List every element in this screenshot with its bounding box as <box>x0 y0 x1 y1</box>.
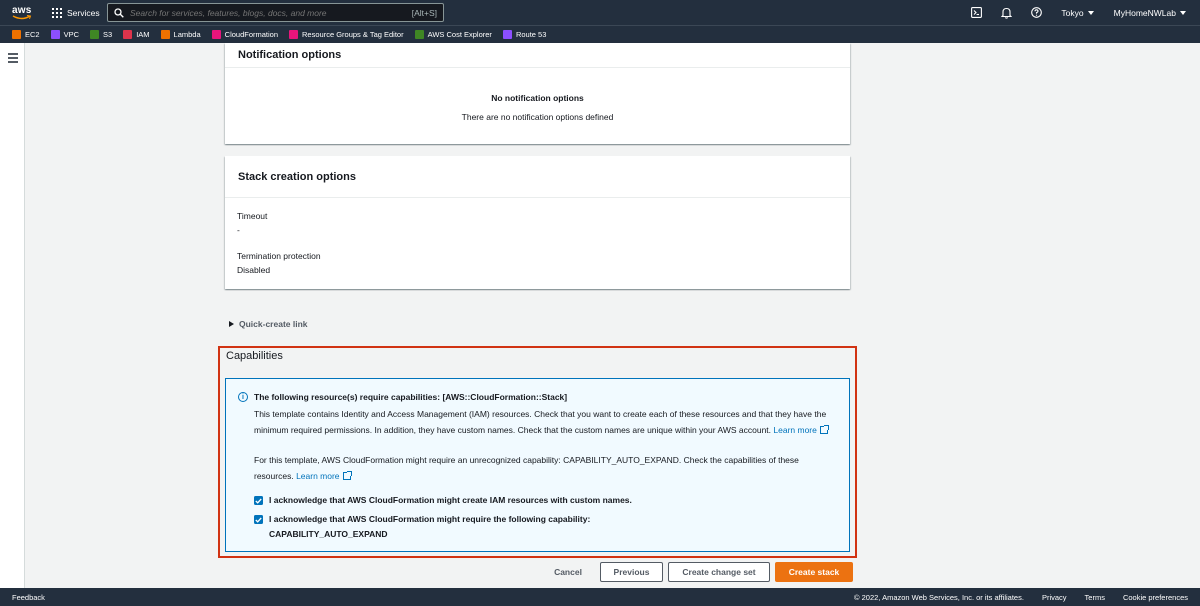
privacy-link[interactable]: Privacy <box>1042 593 1067 602</box>
iam-icon <box>123 30 133 39</box>
learn-more-label: Learn more <box>296 470 340 481</box>
aws-logo[interactable]: aws <box>12 4 34 22</box>
check-icon <box>255 517 262 523</box>
cookie-preferences-link[interactable]: Cookie preferences <box>1123 593 1188 602</box>
iam-resources-paragraph: This template contains Identity and Acce… <box>254 407 839 438</box>
menu-icon[interactable] <box>8 53 18 65</box>
caret-right-icon <box>229 321 234 327</box>
grid-icon <box>52 7 62 18</box>
empty-state-title: No notification options <box>491 93 584 103</box>
info-icon: i <box>238 392 248 402</box>
acknowledge-iam-label: I acknowledge that AWS CloudFormation mi… <box>269 495 632 505</box>
region-label: Tokyo <box>1061 7 1084 18</box>
cost-explorer-icon <box>414 30 424 39</box>
favorite-label: S3 <box>103 30 113 39</box>
auto-expand-paragraph: For this template, AWS CloudFormation mi… <box>254 453 839 484</box>
panel-title: Stack creation options <box>225 156 850 198</box>
favorites-bar: EC2 VPC S3 IAM Lambda CloudFormation Res… <box>0 25 1200 43</box>
favorite-ec2[interactable]: EC2 <box>12 30 40 39</box>
acknowledge-auto-expand-line1: I acknowledge that AWS CloudFormation mi… <box>269 514 591 524</box>
quick-create-link-expander[interactable]: Quick-create link <box>229 319 308 329</box>
favorite-label: IAM <box>136 30 150 39</box>
favorite-label: VPC <box>63 30 80 39</box>
account-menu[interactable]: MyHomeNWLab <box>1114 8 1186 18</box>
side-navigation-rail <box>0 43 25 588</box>
external-link-icon <box>342 470 352 480</box>
caret-down-icon <box>1180 10 1186 15</box>
favorite-label: CloudFormation <box>224 30 279 39</box>
search-icon <box>114 7 124 18</box>
services-menu-button[interactable]: Services <box>52 7 100 18</box>
terms-link[interactable]: Terms <box>1085 593 1105 602</box>
search-input[interactable] <box>130 7 412 18</box>
termination-protection-label: Termination protection <box>237 251 321 261</box>
acknowledge-auto-expand-label: I acknowledge that AWS CloudFormation mi… <box>269 512 590 542</box>
ec2-icon <box>12 30 21 39</box>
feedback-link[interactable]: Feedback <box>12 593 45 602</box>
lambda-icon <box>160 30 170 39</box>
region-selector[interactable]: Tokyo <box>1061 7 1094 18</box>
route53-icon <box>502 30 512 39</box>
timeout-label: Timeout <box>237 211 268 221</box>
favorite-label: AWS Cost Explorer <box>427 30 492 39</box>
favorite-label: Lambda <box>173 30 201 39</box>
stack-creation-options-panel: Stack creation options Timeout - Termina… <box>225 156 850 289</box>
top-navigation: aws Services [Alt+S] Tokyo MyHomeNWLab <box>0 0 1200 25</box>
learn-more-label: Learn more <box>773 424 817 435</box>
caret-down-icon <box>1087 10 1094 15</box>
timeout-value: - <box>237 225 240 235</box>
external-link-icon <box>819 424 829 434</box>
cloudshell-icon[interactable] <box>970 7 982 19</box>
account-label: MyHomeNWLab <box>1113 7 1176 18</box>
iam-resources-text: This template contains Identity and Acce… <box>254 409 827 435</box>
resource-groups-icon <box>289 30 299 39</box>
search-box[interactable]: [Alt+S] <box>107 3 444 22</box>
vpc-icon <box>50 30 60 39</box>
check-icon <box>255 498 262 504</box>
footer: Feedback © 2022, Amazon Web Services, In… <box>0 588 1200 606</box>
empty-state-text: There are no notification options define… <box>461 112 614 122</box>
favorite-resource-groups[interactable]: Resource Groups & Tag Editor <box>289 30 404 39</box>
favorite-iam[interactable]: IAM <box>123 30 150 39</box>
capabilities-title: Capabilities <box>226 350 283 362</box>
favorite-lambda[interactable]: Lambda <box>160 30 201 39</box>
notification-options-panel: Notification options No notification opt… <box>225 43 850 144</box>
s3-icon <box>90 30 100 39</box>
favorite-cloudformation[interactable]: CloudFormation <box>211 30 279 39</box>
favorite-vpc[interactable]: VPC <box>50 30 80 39</box>
termination-protection-value: Disabled <box>237 265 271 275</box>
favorite-label: EC2 <box>25 30 40 39</box>
capabilities-info-alert: i The following resource(s) require capa… <box>225 378 850 552</box>
favorite-label: Resource Groups & Tag Editor <box>302 30 404 39</box>
acknowledge-auto-expand-line2: CAPABILITY_AUTO_EXPAND <box>269 529 388 539</box>
create-change-set-button[interactable]: Create change set <box>668 562 770 582</box>
favorite-s3[interactable]: S3 <box>90 30 112 39</box>
favorite-label: Route 53 <box>515 30 547 39</box>
quick-create-label: Quick-create link <box>239 319 308 329</box>
previous-button[interactable]: Previous <box>600 562 663 582</box>
acknowledge-auto-expand-checkbox[interactable] <box>254 515 263 524</box>
learn-more-link-capabilities[interactable]: Learn more <box>296 470 352 481</box>
copyright-text: © 2022, Amazon Web Services, Inc. or its… <box>854 592 1024 602</box>
cloudformation-icon <box>211 30 221 39</box>
acknowledge-auto-expand-row: I acknowledge that AWS CloudFormation mi… <box>254 512 590 542</box>
help-icon[interactable] <box>1030 7 1042 19</box>
learn-more-link-iam[interactable]: Learn more <box>773 424 829 435</box>
acknowledge-iam-checkbox[interactable] <box>254 496 263 505</box>
panel-title: Notification options <box>225 43 850 68</box>
search-shortcut-hint: [Alt+S] <box>411 7 437 18</box>
alert-title: The following resource(s) require capabi… <box>254 392 568 402</box>
favorite-cost-explorer[interactable]: AWS Cost Explorer <box>414 30 492 39</box>
create-stack-button[interactable]: Create stack <box>775 562 853 582</box>
cancel-button[interactable]: Cancel <box>541 562 595 582</box>
acknowledge-iam-row: I acknowledge that AWS CloudFormation mi… <box>254 493 632 508</box>
services-label: Services <box>67 7 100 18</box>
aws-smile-icon <box>12 14 32 19</box>
favorite-route53[interactable]: Route 53 <box>502 30 547 39</box>
bell-icon[interactable] <box>1000 7 1012 19</box>
